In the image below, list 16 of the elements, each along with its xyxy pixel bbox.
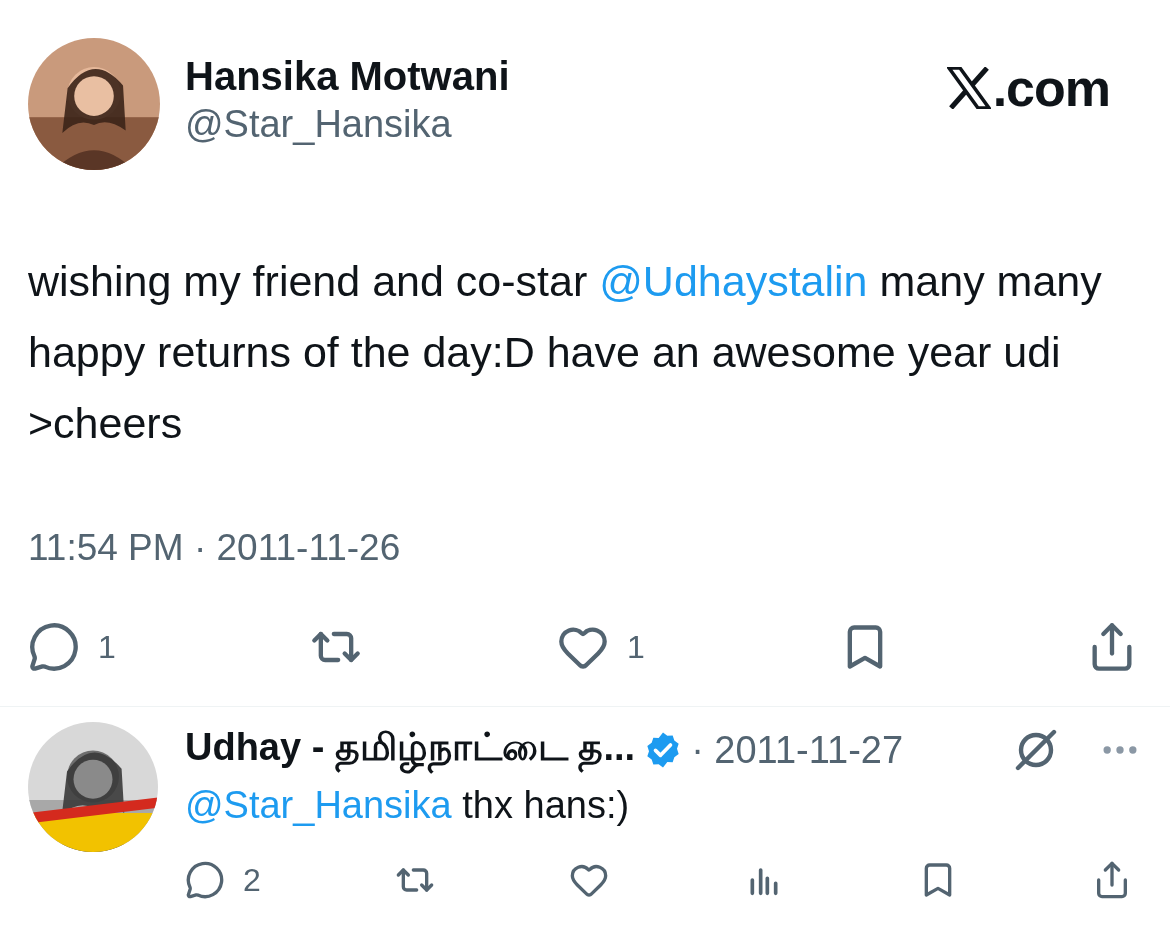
x-logo-icon	[946, 67, 991, 109]
mention-link[interactable]: @Star_Hansika	[185, 784, 452, 826]
mention-link[interactable]: @Udhaystalin	[599, 257, 868, 305]
reply-icon[interactable]	[28, 621, 80, 673]
tweet-text: wishing my friend and co-star @Udhaystalin many many happy returns of the day:D have an awesome year udi >cheers	[28, 256, 1103, 449]
reply-icon[interactable]	[185, 860, 225, 900]
action-count: 2	[243, 861, 261, 899]
action-count: 1	[98, 628, 116, 666]
reply-author-name: Udhay - தமிழ்நாட்டை த...	[185, 726, 636, 774]
author-name: Hansika Motwani	[185, 54, 511, 99]
reply-date: · 2011-11-27	[691, 728, 904, 772]
brand-text: .com	[992, 58, 1110, 118]
action-count: 1	[627, 628, 645, 666]
tweet-timestamp: 11:54 PM · 2011-11-26	[28, 527, 402, 569]
reply-text: @Star_Hansika thx hans:)	[185, 783, 631, 828]
author-handle: @Star_Hansika	[185, 103, 453, 146]
